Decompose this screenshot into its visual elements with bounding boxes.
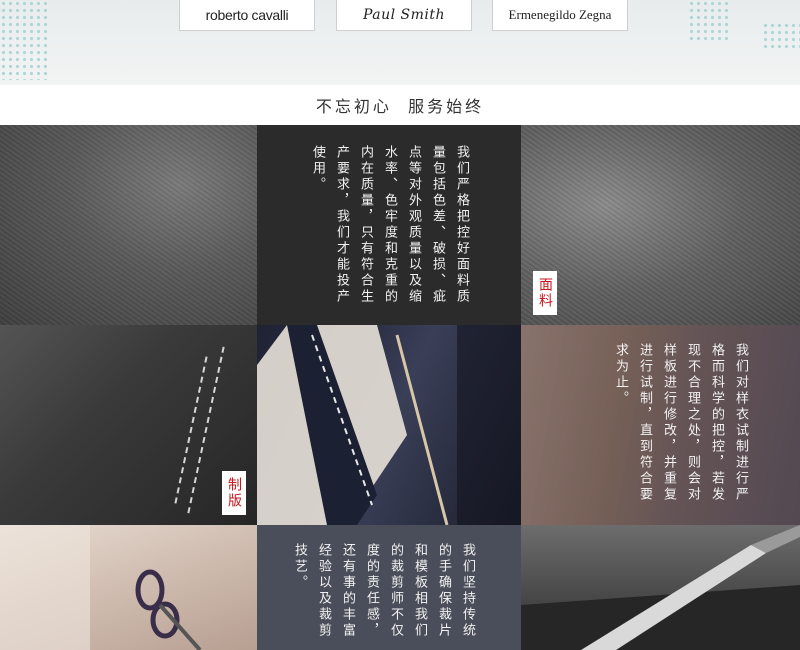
fabric-cutting-photo (0, 525, 257, 650)
brand-logo-zegna[interactable]: Ermenegildo Zegna (492, 0, 628, 31)
jacket-lapel-photo (257, 325, 521, 525)
stitch-decoration (174, 356, 208, 504)
fabric-description-text: 我们严格把控好面料质量包括色差、破损、疵点等对外观质量以及缩水率、色牢度和克重的… (310, 145, 469, 305)
section-tagline: 不忘初心 服务始终 (0, 85, 800, 125)
brand-logo-text: Ermenegildo Zegna (508, 7, 612, 22)
dot-pattern-decoration (0, 0, 48, 80)
fabric-photo-closeup: 面料 (521, 125, 800, 325)
cutting-description-text: 我们坚持传统的手确保裁片和模板相我们的裁剪师不仅度的责任感，还有事的丰富经验以及… (292, 543, 475, 639)
brand-logo-roberto-cavalli[interactable]: roberto cavalli (179, 0, 315, 31)
fabric-label-tag: 面料 (533, 271, 557, 315)
pattern-label-tag: 制版 (222, 471, 246, 515)
dot-pattern-decoration (762, 22, 800, 50)
pattern-description-text: 我们对样衣试制进行严格而科学的把控，若发现不合理之处，则会对样板进行修改，并重复… (613, 343, 748, 503)
suit-shoulder-photo: 制版 (0, 325, 257, 525)
scissors-icon (0, 525, 202, 650)
fabric-description-panel: 我们严格把控好面料质量包括色差、破损、疵点等对外观质量以及缩水率、色牢度和克重的… (257, 125, 521, 325)
jacket-lapel-illustration (257, 325, 521, 525)
dot-pattern-decoration (688, 0, 730, 40)
cutting-description-panel: 我们坚持传统的手确保裁片和模板相我们的裁剪师不仅度的责任感，还有事的丰富经验以及… (257, 525, 521, 650)
stitch-decoration (187, 346, 225, 514)
shears-icon (521, 525, 800, 650)
shears-closeup-photo (521, 525, 800, 650)
tagline-text: 不忘初心 服务始终 (315, 97, 485, 116)
brand-strip: roberto cavalli Paul Smith Ermenegildo Z… (0, 0, 800, 85)
fabric-photo (0, 125, 257, 325)
craft-process-grid: 我们严格把控好面料质量包括色差、破损、疵点等对外观质量以及缩水率、色牢度和克重的… (0, 125, 800, 650)
brand-logo-text: Paul Smith (362, 7, 446, 23)
brand-logo-text: roberto cavalli (205, 7, 289, 23)
tailor-fitting-photo: 我们对样衣试制进行严格而科学的把控，若发现不合理之处，则会对样板进行修改，并重复… (521, 325, 800, 525)
brand-logo-paul-smith[interactable]: Paul Smith (336, 0, 472, 31)
